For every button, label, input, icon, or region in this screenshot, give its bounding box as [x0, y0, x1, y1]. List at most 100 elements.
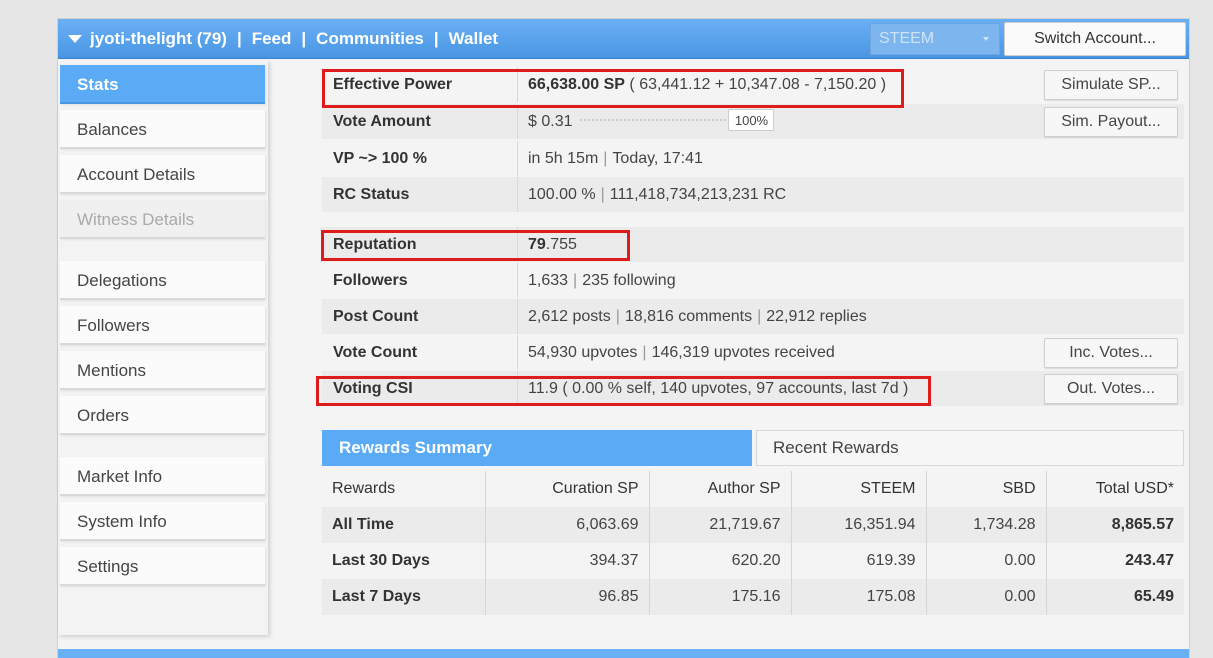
stat-value: 54,930 upvotes | 146,319 upvotes received [517, 335, 845, 370]
effective-power-total: 66,638.00 SP [528, 76, 625, 93]
stat-row-rc-status: RC Status 100.00 % | 111,418,734,213,231 R… [322, 177, 1184, 212]
column-header: SBD [926, 471, 1047, 507]
pipe-separator: | [600, 186, 605, 203]
stat-value: 2,612 posts | 18,816 comments | 22,912 repli… [517, 299, 877, 334]
tab-recent-rewards[interactable]: Recent Rewards [756, 430, 1184, 466]
stat-label: Voting CSI [333, 380, 413, 397]
stat-row-voting-csi: Voting CSI 11.9 ( 0.00 % self, 140 upvot… [322, 371, 1184, 406]
pipe-separator: | [615, 308, 620, 325]
stat-row-followers: Followers 1,633 | 235 following [322, 263, 1184, 298]
stat-row-vote-amount: Vote Amount $ 0.31 100% Sim. Payout... [322, 104, 1184, 139]
stat-label: Reputation [333, 236, 417, 253]
table-cell: 620.20 [649, 543, 792, 579]
sidebar-item-account-details[interactable]: Account Details [60, 155, 265, 194]
table-cell: 394.37 [485, 543, 650, 579]
upvotes-received-count: 146,319 upvotes received [651, 344, 835, 361]
account-link[interactable]: jyoti-thelight (79) [90, 29, 227, 49]
table-row: Last 30 Days 394.37 620.20 619.39 0.00 2… [322, 543, 1184, 579]
stat-value: 1,633 | 235 following [517, 263, 686, 298]
sidebar-item-orders[interactable]: Orders [60, 396, 265, 435]
table-cell: 0.00 [926, 579, 1047, 615]
nav-communities[interactable]: Communities [316, 29, 424, 49]
column-header: STEEM [791, 471, 927, 507]
simulate-sp-button[interactable]: Simulate SP... [1044, 70, 1178, 100]
table-cell: 6,063.69 [485, 507, 650, 543]
stat-value: $ 0.31 100% [517, 104, 785, 139]
comments-count: 18,816 comments [624, 308, 753, 325]
stat-row-vp: VP ~> 100 % in 5h 15m | Today, 17:41 [322, 141, 1184, 176]
table-cell: Last 7 Days [322, 579, 486, 615]
table-cell: 21,719.67 [649, 507, 792, 543]
vp-time-remaining: in 5h 15m [528, 150, 599, 167]
sidebar-item-followers[interactable]: Followers [60, 306, 265, 345]
stat-row-reputation: Reputation 79.755 [322, 227, 1184, 262]
top-nav: jyoti-thelight (79) | Feed | Communities… [90, 29, 498, 49]
sidebar-item-mentions[interactable]: Mentions [60, 351, 265, 390]
top-bar: jyoti-thelight (79) | Feed | Communities… [58, 19, 1189, 59]
stat-label: Vote Amount [333, 113, 431, 130]
caret-down-icon [983, 37, 989, 41]
chain-select[interactable]: STEEM [870, 23, 1000, 55]
table-cell: 175.16 [649, 579, 792, 615]
followers-count: 1,633 [528, 272, 569, 289]
column-header: Author SP [649, 471, 792, 507]
upvotes-count: 54,930 upvotes [528, 344, 638, 361]
slider-percent[interactable]: 100% [728, 109, 775, 131]
menu-chevron-down-icon[interactable] [68, 34, 82, 43]
replies-count: 22,912 replies [766, 308, 867, 325]
vote-amount-value: $ 0.31 [528, 113, 573, 131]
sidebar-item-settings[interactable]: Settings [60, 547, 265, 586]
stat-label: RC Status [333, 186, 410, 203]
sidebar: Stats Balances Account Details Witness D… [58, 60, 268, 635]
column-header: Rewards [322, 471, 486, 507]
stat-row-post-count: Post Count 2,612 posts | 18,816 comments | 2… [322, 299, 1184, 334]
stat-value: 66,638.00 SP ( 63,441.12 + 10,347.08 - 7… [517, 67, 896, 102]
tab-rewards-summary[interactable]: Rewards Summary [322, 430, 752, 466]
table-cell: All Time [322, 507, 486, 543]
sidebar-item-market-info[interactable]: Market Info [60, 457, 265, 496]
pipe-separator: | [642, 344, 647, 361]
table-cell: 16,351.94 [791, 507, 927, 543]
out-votes-button[interactable]: Out. Votes... [1044, 374, 1178, 404]
sidebar-item-delegations[interactable]: Delegations [60, 261, 265, 300]
rewards-tabs: Rewards Summary Recent Rewards [322, 430, 1184, 466]
following-count: 235 following [582, 272, 676, 289]
nav-separator: | [236, 28, 242, 48]
bottom-bar [58, 649, 1189, 658]
stat-label: Post Count [333, 308, 419, 325]
rc-amount: 111,418,734,213,231 RC [609, 186, 787, 203]
table-cell: 175.08 [791, 579, 927, 615]
table-cell: 243.47 [1125, 552, 1174, 569]
sidebar-item-stats[interactable]: Stats [60, 65, 265, 104]
stat-label: Effective Power [333, 76, 453, 93]
sidebar-item-system-info[interactable]: System Info [60, 502, 265, 541]
nav-wallet[interactable]: Wallet [449, 29, 498, 49]
posts-count: 2,612 posts [528, 308, 611, 325]
table-cell: 619.39 [791, 543, 927, 579]
stat-value: in 5h 15m | Today, 17:41 [517, 141, 713, 176]
reputation-decimal: .755 [545, 236, 577, 253]
pipe-separator: | [603, 150, 608, 167]
reputation-integer: 79 [528, 236, 546, 253]
chain-select-value: STEEM [879, 30, 935, 47]
stat-row-vote-count: Vote Count 54,930 upvotes | 146,319 upvote… [322, 335, 1184, 370]
stat-label: VP ~> 100 % [333, 150, 427, 167]
table-row: All Time 6,063.69 21,719.67 16,351.94 1,… [322, 507, 1184, 543]
sidebar-item-balances[interactable]: Balances [60, 110, 265, 149]
table-cell: 8,865.57 [1046, 507, 1184, 543]
stat-label: Vote Count [333, 344, 418, 361]
stat-row-effective-power: Effective Power 66,638.00 SP ( 63,441.12… [322, 67, 1184, 102]
slider-track [580, 119, 731, 121]
nav-feed[interactable]: Feed [252, 29, 292, 49]
nav-separator: | [301, 28, 307, 48]
pipe-separator: | [573, 272, 578, 289]
sidebar-item-witness-details: Witness Details [60, 200, 265, 239]
column-header: Curation SP [485, 471, 650, 507]
sim-payout-button[interactable]: Sim. Payout... [1044, 107, 1178, 137]
inc-votes-button[interactable]: Inc. Votes... [1044, 338, 1178, 368]
stat-value: 11.9 ( 0.00 % self, 140 upvotes, 97 acco… [517, 371, 918, 406]
switch-account-button[interactable]: Switch Account... [1004, 22, 1186, 56]
stat-value: 79.755 [517, 227, 587, 262]
table-cell: 96.85 [485, 579, 650, 615]
vote-weight-slider[interactable]: 100% [580, 109, 775, 131]
